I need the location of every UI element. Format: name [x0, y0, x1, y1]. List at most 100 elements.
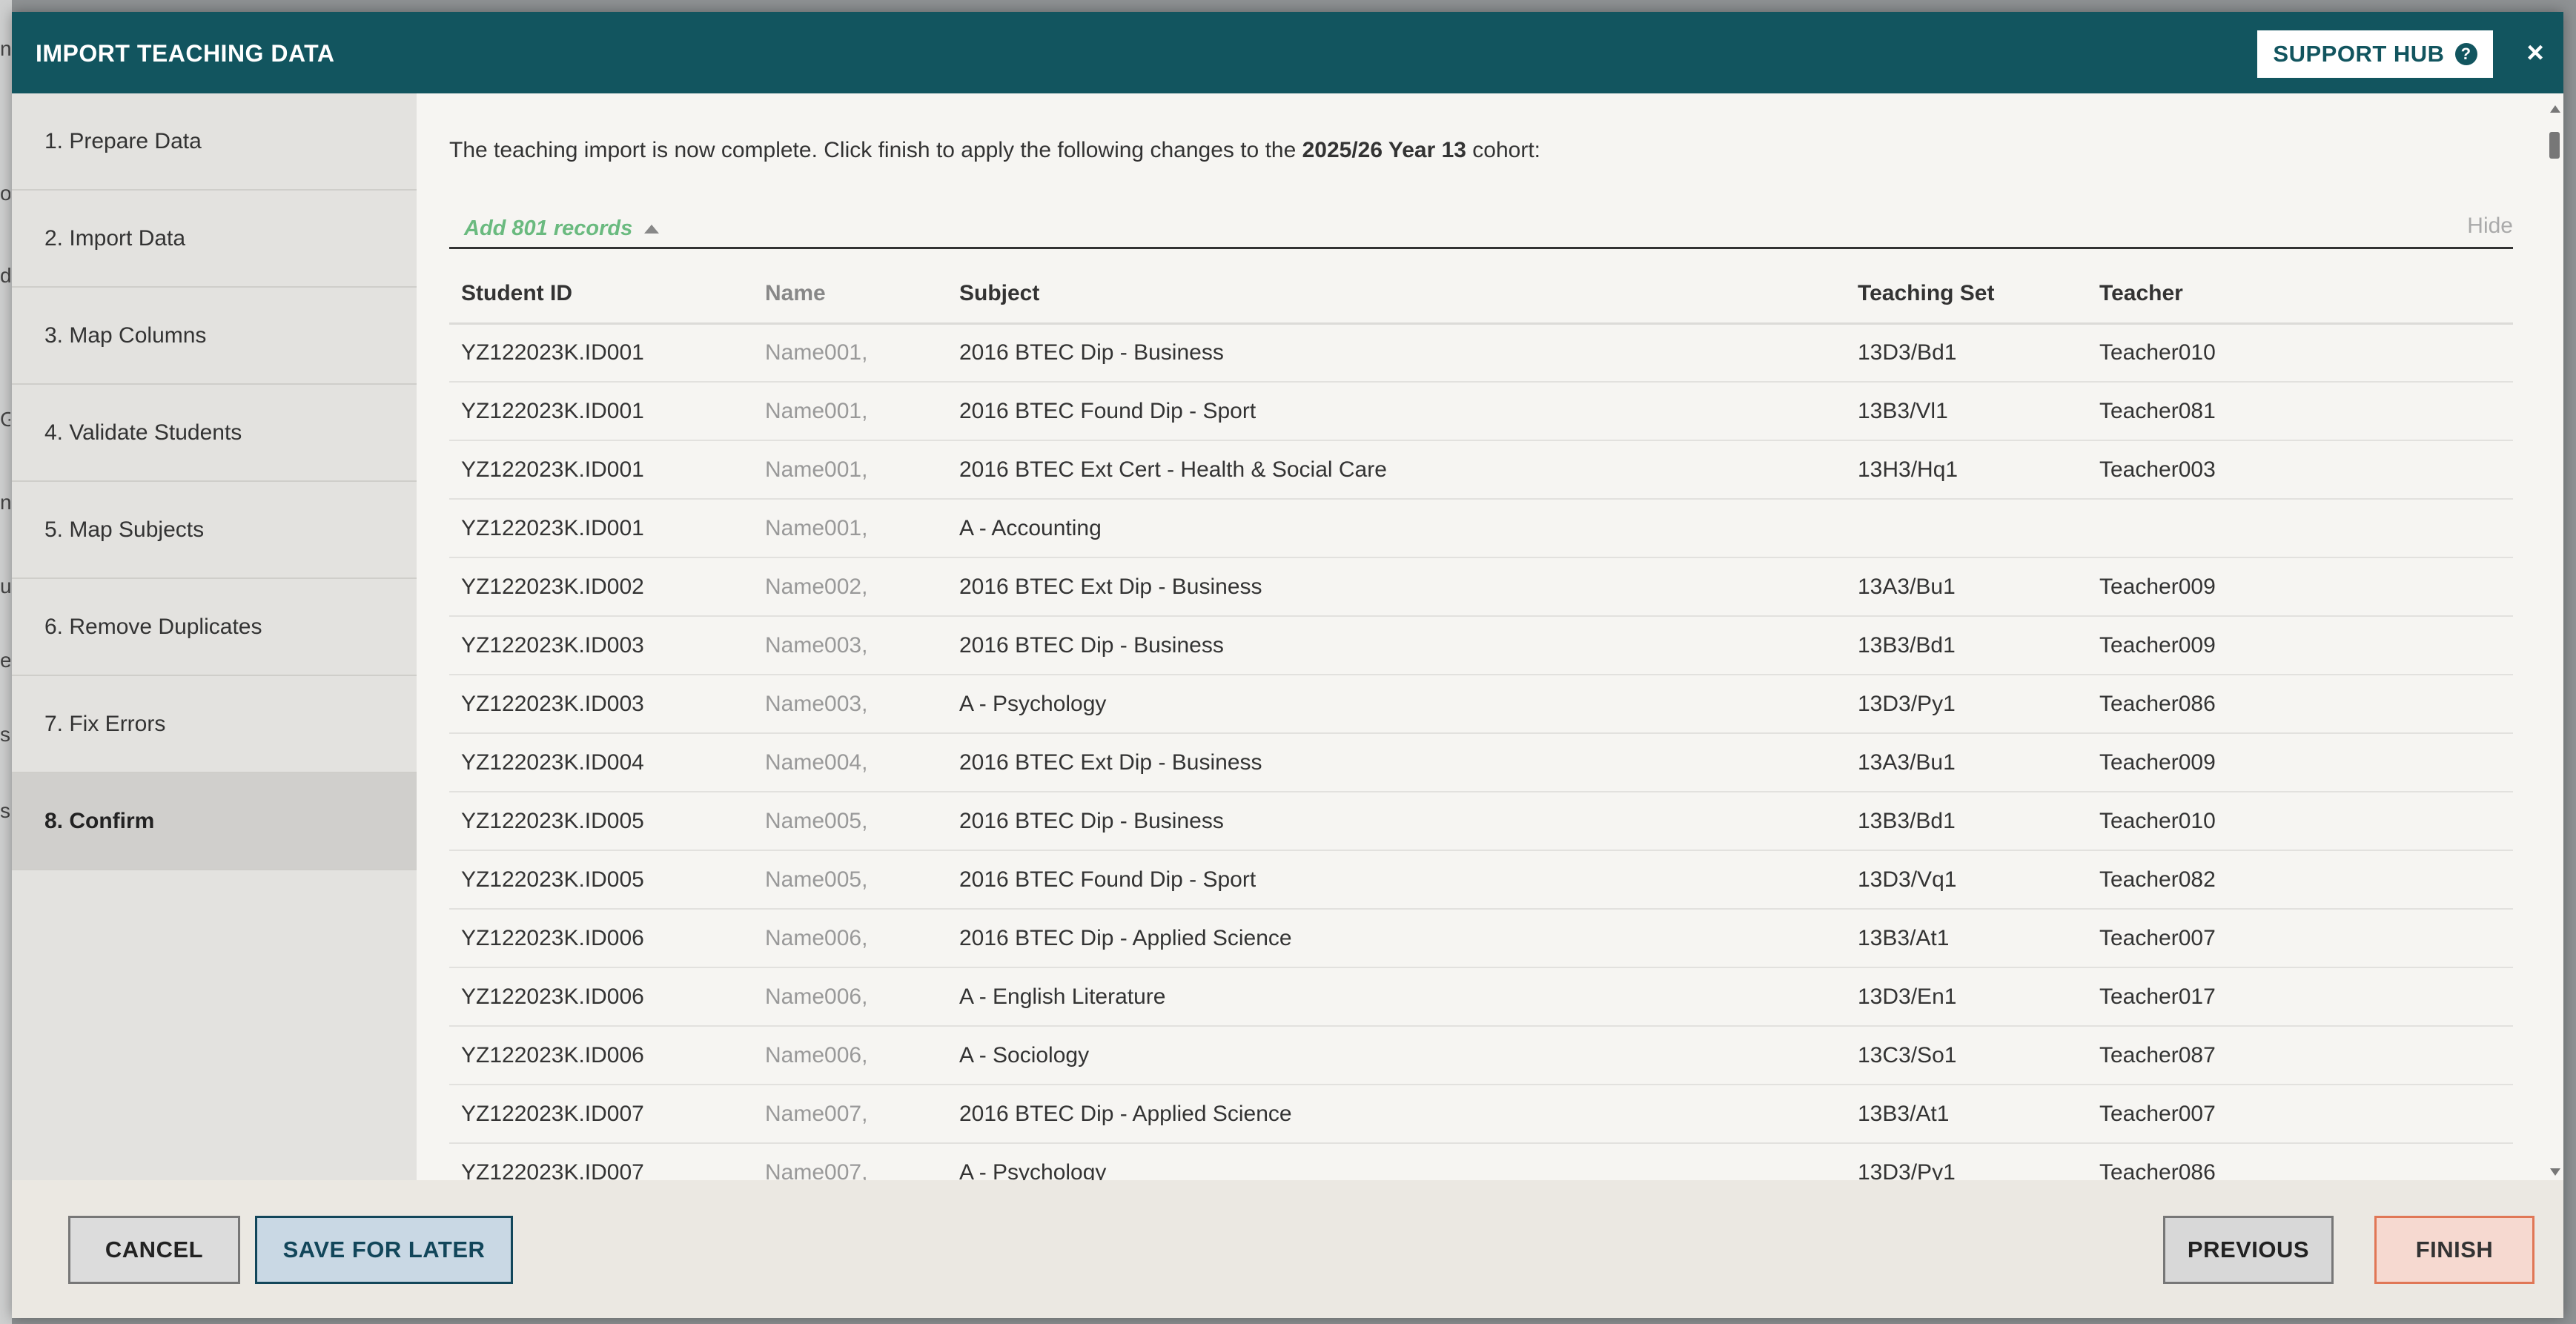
background-fragment: s	[0, 799, 10, 822]
teaching-set-cell: 13C3/So1	[1846, 1026, 2087, 1085]
teaching-set-cell: 13D3/Py1	[1846, 675, 2087, 734]
teacher-cell: Teacher086	[2087, 675, 2513, 734]
records-table: Student ID Name Subject Teaching Set Tea…	[449, 265, 2513, 1180]
step-item-7[interactable]: 7. Fix Errors	[12, 676, 417, 773]
previous-button[interactable]: PREVIOUS	[2163, 1216, 2334, 1284]
add-records-label: Add 801 records	[464, 216, 633, 240]
support-hub-label: SUPPORT HUB	[2273, 41, 2445, 67]
name-cell: Name003,	[753, 675, 947, 734]
teacher-cell: Teacher009	[2087, 733, 2513, 792]
teacher-cell: Teacher007	[2087, 1085, 2513, 1144]
modal-header: IMPORT TEACHING DATA SUPPORT HUB ? ×	[12, 12, 2563, 93]
hide-link[interactable]: Hide	[2467, 214, 2513, 239]
teaching-set-cell: 13D3/En1	[1846, 967, 2087, 1027]
teaching-set-cell: 13D3/Bd1	[1846, 323, 2087, 383]
table-row: YZ122023K.ID006 Name006, A - Sociology 13C3…	[449, 1026, 2513, 1085]
name-cell: Name007,	[753, 1085, 947, 1144]
finish-button[interactable]: FINISH	[2374, 1216, 2534, 1284]
name-cell: Name001,	[753, 440, 947, 500]
teacher-cell: Teacher086	[2087, 1143, 2513, 1180]
table-row: YZ122023K.ID003 Name003, 2016 BTEC Dip - B…	[449, 616, 2513, 675]
table-row: YZ122023K.ID001 Name001, 2016 BTEC Dip - B…	[449, 323, 2513, 383]
student-id-cell: YZ122023K.ID001	[449, 499, 753, 558]
subject-cell: 2016 BTEC Ext Dip - Business	[947, 733, 1846, 792]
teaching-set-cell: 13A3/Bu1	[1846, 733, 2087, 792]
teacher-cell: Teacher017	[2087, 967, 2513, 1027]
scroll-thumb[interactable]	[2549, 132, 2560, 159]
student-id-cell: YZ122023K.ID007	[449, 1143, 753, 1180]
teacher-cell	[2087, 499, 2513, 558]
subject-cell: A - English Literature	[947, 967, 1846, 1027]
table-row: YZ122023K.ID007 Name007, 2016 BTEC Dip - A…	[449, 1085, 2513, 1144]
step-item-2[interactable]: 2. Import Data	[12, 191, 417, 288]
cohort-name: 2025/26 Year 13	[1302, 138, 1466, 162]
name-cell: Name006,	[753, 1026, 947, 1085]
subject-cell: 2016 BTEC Dip - Business	[947, 616, 1846, 675]
step-item-4[interactable]: 4. Validate Students	[12, 385, 417, 482]
name-cell: Name004,	[753, 733, 947, 792]
table-row: YZ122023K.ID002 Name002, 2016 BTEC Ext Dip…	[449, 557, 2513, 617]
teaching-set-cell: 13B3/Bd1	[1846, 792, 2087, 851]
name-cell: Name006,	[753, 909, 947, 968]
step-item-6[interactable]: 6. Remove Duplicates	[12, 579, 417, 676]
student-id-cell: YZ122023K.ID001	[449, 440, 753, 500]
student-id-cell: YZ122023K.ID006	[449, 1026, 753, 1085]
scroll-up-icon[interactable]	[2550, 105, 2560, 113]
name-cell: Name006,	[753, 967, 947, 1027]
step-item-1[interactable]: 1. Prepare Data	[12, 93, 417, 191]
table-row: YZ122023K.ID006 Name006, A - English Liter…	[449, 967, 2513, 1027]
table-row: YZ122023K.ID007 Name007, A - Psychology 13D…	[449, 1143, 2513, 1180]
import-teaching-data-modal: IMPORT TEACHING DATA SUPPORT HUB ? × 1. …	[12, 12, 2563, 1318]
modal-title: IMPORT TEACHING DATA	[36, 40, 335, 67]
table-row: YZ122023K.ID006 Name006, 2016 BTEC Dip - A…	[449, 909, 2513, 968]
background-fragment: d	[0, 264, 10, 287]
student-id-cell: YZ122023K.ID003	[449, 675, 753, 734]
step-item-3[interactable]: 3. Map Columns	[12, 288, 417, 385]
teaching-set-cell: 13H3/Hq1	[1846, 440, 2087, 500]
student-id-cell: YZ122023K.ID004	[449, 733, 753, 792]
subject-cell: 2016 BTEC Dip - Business	[947, 323, 1846, 383]
support-hub-button[interactable]: SUPPORT HUB ?	[2256, 29, 2494, 79]
teacher-cell: Teacher007	[2087, 909, 2513, 968]
table-row: YZ122023K.ID001 Name001, 2016 BTEC Ext Cer…	[449, 440, 2513, 500]
subject-cell: A - Sociology	[947, 1026, 1846, 1085]
teacher-cell: Teacher010	[2087, 792, 2513, 851]
name-cell: Name001,	[753, 382, 947, 441]
teaching-set-cell: 13A3/Bu1	[1846, 557, 2087, 617]
cancel-button[interactable]: CANCEL	[68, 1216, 240, 1284]
student-id-cell: YZ122023K.ID001	[449, 323, 753, 383]
background-page: n o d G n u e s s	[0, 0, 12, 1324]
table-row: YZ122023K.ID001 Name001, 2016 BTEC Found D…	[449, 382, 2513, 441]
close-icon[interactable]: ×	[2520, 34, 2550, 71]
table-header-row: Student ID Name Subject Teaching Set Tea…	[449, 265, 2513, 325]
teaching-set-cell: 13D3/Vq1	[1846, 850, 2087, 910]
subject-cell: 2016 BTEC Dip - Applied Science	[947, 1085, 1846, 1144]
intro-text-end: cohort:	[1466, 138, 1541, 162]
table-row: YZ122023K.ID005 Name005, 2016 BTEC Found D…	[449, 850, 2513, 910]
step-item-5[interactable]: 5. Map Subjects	[12, 482, 417, 579]
teacher-cell: Teacher003	[2087, 440, 2513, 500]
scroll-down-icon[interactable]	[2550, 1168, 2560, 1176]
subject-cell: 2016 BTEC Dip - Applied Science	[947, 909, 1846, 968]
subject-cell: 2016 BTEC Ext Dip - Business	[947, 557, 1846, 617]
column-header-subject: Subject	[947, 265, 1846, 325]
name-cell: Name001,	[753, 499, 947, 558]
column-header-student-id: Student ID	[449, 265, 753, 325]
add-records-toggle[interactable]: Add 801 records	[464, 216, 660, 241]
teacher-cell: Teacher081	[2087, 382, 2513, 441]
table-row: YZ122023K.ID001 Name001, A - Accounting	[449, 499, 2513, 558]
content-scrollbar[interactable]	[2546, 95, 2563, 1180]
student-id-cell: YZ122023K.ID005	[449, 850, 753, 910]
subject-cell: A - Accounting	[947, 499, 1846, 558]
step-item-8[interactable]: 8. Confirm	[12, 773, 417, 870]
teacher-cell: Teacher087	[2087, 1026, 2513, 1085]
student-id-cell: YZ122023K.ID006	[449, 967, 753, 1027]
name-cell: Name001,	[753, 323, 947, 383]
teaching-set-cell: 13B3/Bd1	[1846, 616, 2087, 675]
student-id-cell: YZ122023K.ID001	[449, 382, 753, 441]
modal-footer: CANCEL SAVE FOR LATER PREVIOUS FINISH	[12, 1180, 2563, 1318]
teaching-set-cell: 13B3/At1	[1846, 1085, 2087, 1144]
student-id-cell: YZ122023K.ID002	[449, 557, 753, 617]
save-for-later-button[interactable]: SAVE FOR LATER	[255, 1216, 513, 1284]
student-id-cell: YZ122023K.ID007	[449, 1085, 753, 1144]
